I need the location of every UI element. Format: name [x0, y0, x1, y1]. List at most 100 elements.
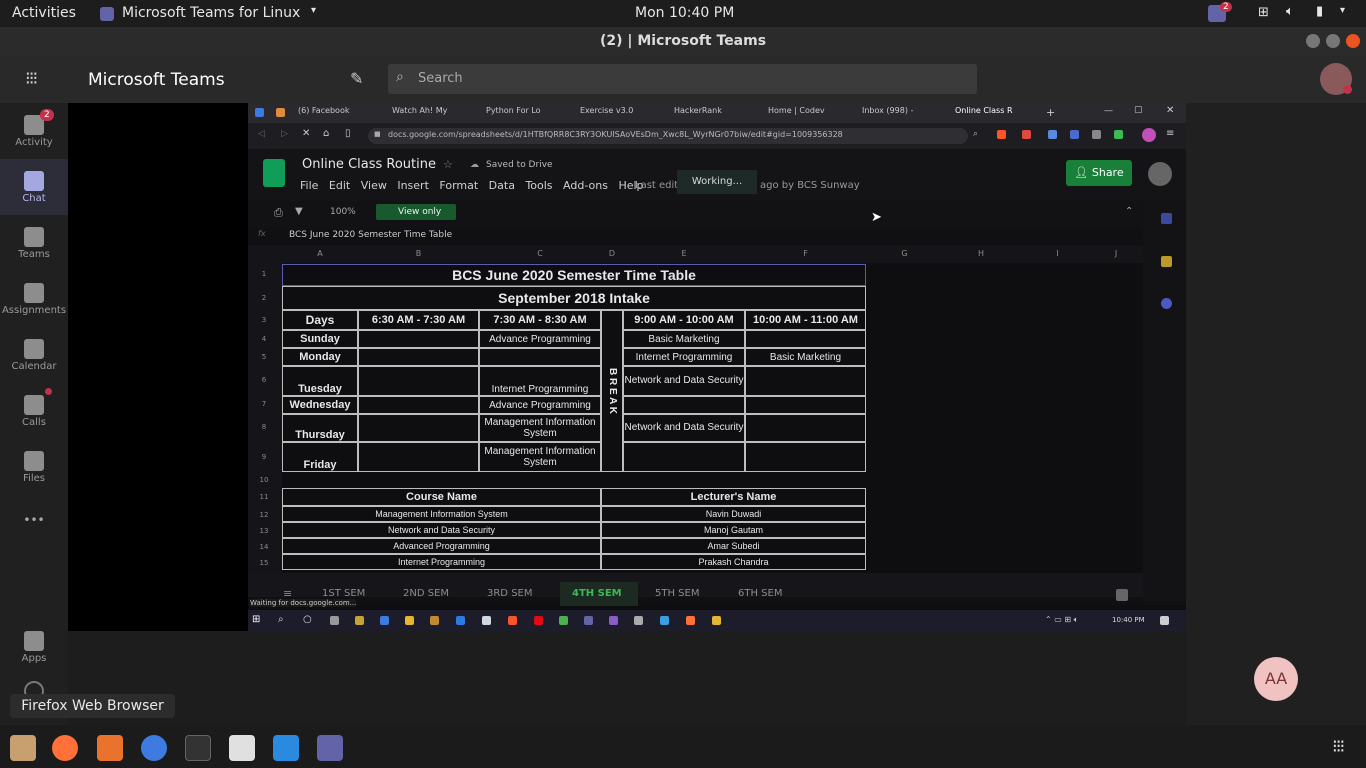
lecturer-cell[interactable]: Manoj Gautam [601, 522, 866, 538]
schedule-cell[interactable] [358, 442, 479, 472]
rail-calls[interactable]: Calls [0, 383, 68, 439]
column-header[interactable]: A [282, 249, 358, 261]
files-manager-icon[interactable] [10, 735, 36, 761]
row-number[interactable]: 9 [252, 453, 276, 461]
menu-tools[interactable]: Tools [525, 179, 552, 192]
clock[interactable]: Mon 10:40 PM [635, 5, 734, 21]
home-icon[interactable]: ⌂ [323, 128, 329, 139]
star-icon[interactable]: ☆ [443, 158, 453, 171]
column-header[interactable]: H [943, 249, 1019, 261]
menu-data[interactable]: Data [489, 179, 515, 192]
header-days[interactable]: Days [282, 310, 358, 330]
cortana-icon[interactable]: ○ [303, 614, 312, 625]
edge-icon[interactable] [456, 616, 465, 625]
day-cell[interactable]: Tuesday [282, 366, 358, 396]
schedule-cell[interactable] [358, 396, 479, 414]
rail-assignments[interactable]: Assignments [0, 271, 68, 327]
netflix-icon[interactable] [534, 616, 543, 625]
row-number[interactable]: 5 [252, 353, 276, 361]
schedule-cell[interactable]: Basic Marketing [623, 330, 745, 348]
taskbar-time[interactable]: 10:40 PM [1112, 616, 1145, 624]
share-button[interactable]: 👤︎ Share [1066, 160, 1132, 186]
schedule-cell[interactable] [358, 366, 479, 396]
menu-edit[interactable]: Edit [329, 179, 350, 192]
menu-insert[interactable]: Insert [397, 179, 429, 192]
system-menu-icon[interactable]: ▾ [1340, 5, 1345, 16]
more-apps-button[interactable]: ••• [0, 513, 68, 527]
close-icon[interactable] [1346, 34, 1360, 48]
browser-tab[interactable]: Home | Codev [768, 106, 834, 120]
sheet-tab[interactable]: 5TH SEM [655, 588, 699, 599]
firefox-win-icon[interactable] [686, 616, 695, 625]
store-icon[interactable] [355, 616, 364, 625]
remote-maximize-icon[interactable]: ▢ [1134, 105, 1143, 115]
row-number[interactable]: 14 [252, 543, 276, 551]
maximize-icon[interactable] [1326, 34, 1340, 48]
mail-icon[interactable] [380, 616, 389, 625]
extension-icon[interactable] [1114, 130, 1123, 139]
schedule-cell[interactable]: Advance Programming [479, 330, 601, 348]
schedule-cell[interactable] [358, 348, 479, 366]
sheets-logo-icon[interactable] [263, 159, 285, 187]
new-tab-icon[interactable]: + [1046, 106, 1055, 119]
row-number[interactable]: 1 [252, 270, 276, 278]
app-menu[interactable]: Microsoft Teams for Linux [122, 5, 300, 21]
schedule-cell[interactable]: Network and Data Security [623, 366, 745, 396]
back-icon[interactable]: ◁ [258, 129, 265, 139]
activities-button[interactable]: Activities [12, 5, 76, 21]
text-editor-icon[interactable] [229, 735, 255, 761]
network-icon[interactable]: ⊞ [1258, 5, 1269, 20]
rail-files[interactable]: Files [0, 439, 68, 495]
column-header[interactable]: J [1096, 249, 1136, 261]
keep-addon-icon[interactable] [1161, 256, 1172, 267]
schedule-cell[interactable]: Advance Programming [479, 396, 601, 414]
participant-avatar[interactable]: AA [1254, 657, 1298, 701]
brave-shield-icon[interactable] [997, 130, 1006, 139]
course-name-header[interactable]: Course Name [282, 488, 601, 506]
bookmark-icon[interactable]: ▯ [345, 128, 351, 139]
terminal-icon[interactable] [185, 735, 211, 761]
timetable-title[interactable]: BCS June 2020 Semester Time Table [282, 264, 866, 286]
sheet-tab-active[interactable]: 4TH SEM [560, 582, 638, 606]
lecturer-cell[interactable]: Amar Subedi [601, 538, 866, 554]
column-header[interactable]: F [745, 249, 866, 261]
last-edit-author[interactable]: ago by BCS Sunway [760, 180, 860, 191]
tasks-addon-icon[interactable] [1161, 298, 1172, 309]
lecturer-cell[interactable]: Navin Duwadi [601, 506, 866, 522]
stop-icon[interactable]: ✕ [302, 128, 310, 139]
day-cell[interactable]: Thursday [282, 414, 358, 442]
day-cell[interactable]: Monday [282, 348, 358, 366]
photos-icon[interactable] [634, 616, 643, 625]
app-icon[interactable] [712, 616, 721, 625]
app-icon[interactable] [660, 616, 669, 625]
show-apps-icon[interactable]: ⁝⁝⁝ [1332, 736, 1345, 757]
sheet-tab[interactable]: 2ND SEM [403, 588, 449, 599]
search-box[interactable]: ⌕ Search [388, 64, 977, 94]
sheets-tab-icon[interactable] [255, 108, 264, 117]
menu-file[interactable]: File [300, 179, 318, 192]
document-title[interactable]: Online Class Routine [302, 157, 436, 172]
new-chat-icon[interactable]: ✎ [350, 69, 363, 88]
schedule-cell[interactable]: Basic Marketing [745, 348, 866, 366]
notification-icon[interactable] [1160, 616, 1169, 625]
row-number[interactable]: 15 [252, 559, 276, 567]
header-slot[interactable]: 9:00 AM - 10:00 AM [623, 310, 745, 330]
pinned-tab-icon[interactable] [276, 108, 285, 117]
column-header[interactable]: E [623, 249, 745, 261]
schedule-cell[interactable] [745, 442, 866, 472]
rail-apps[interactable]: Apps [0, 619, 68, 675]
schedule-cell[interactable]: Network and Data Security [623, 414, 745, 442]
break-column[interactable]: B R E A K [601, 310, 623, 472]
software-center-icon[interactable] [97, 735, 123, 761]
app-launcher-icon[interactable]: ⁝⁝⁝ [25, 68, 38, 89]
schedule-cell[interactable] [479, 348, 601, 366]
browser-tab-active[interactable]: Online Class R [955, 106, 1021, 120]
rail-calendar[interactable]: Calendar [0, 327, 68, 383]
filter-icon[interactable]: ▼ [295, 206, 303, 217]
volume-icon[interactable]: 🔈︎ [1286, 4, 1294, 19]
remote-minimize-icon[interactable]: — [1104, 106, 1113, 116]
course-cell[interactable]: Advanced Programming [282, 538, 601, 554]
formula-content[interactable]: BCS June 2020 Semester Time Table [289, 230, 452, 240]
firefox-icon[interactable] [52, 735, 78, 761]
account-avatar[interactable] [1148, 162, 1172, 186]
